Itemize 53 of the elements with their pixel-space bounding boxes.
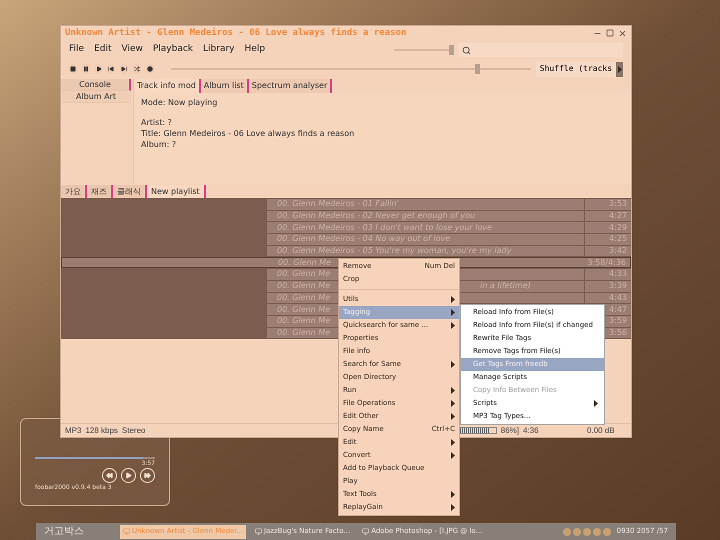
submenu-arrow-icon [618,66,622,72]
window-icon [123,528,130,535]
stop-icon[interactable] [69,64,77,74]
status-replaygain: 0.00 dB [587,424,616,436]
status-progress: 86%] [500,424,519,436]
playlist-tab[interactable]: 재즈 [87,185,113,198]
menu-item[interactable]: Help [244,43,266,57]
window-icon [362,528,370,535]
submenu-arrow-icon [594,400,598,407]
previous-icon[interactable] [107,64,116,74]
rewind-icon[interactable] [102,468,117,483]
menu-item[interactable]: File [69,43,84,57]
status-position: 4:36 [523,424,540,436]
play-icon[interactable] [121,468,136,483]
play-icon[interactable] [94,64,102,74]
next-icon[interactable] [120,64,128,74]
side-tab[interactable]: Console [61,79,131,91]
seek-slider[interactable] [170,64,531,74]
submenu-arrow-icon [451,361,455,368]
playlist-tab[interactable]: New playlist [147,185,206,198]
close-icon[interactable] [618,29,627,38]
shuffle-icon[interactable] [133,64,141,74]
side-tab[interactable]: Album Art [61,91,131,103]
status-bitrate: 128 kbps [85,424,118,436]
menu-item[interactable]: Edit [94,43,112,57]
order-dropdown[interactable]: Shuffle (tracks [536,62,624,76]
info-line: Title: Glenn Medeiros - 06 Love always finds a reason [141,128,356,139]
info-line: Mode: Now playing [141,97,218,108]
maximize-icon[interactable] [606,29,614,37]
slider-thumb[interactable] [449,45,454,55]
pause-icon[interactable] [82,64,90,74]
circle-icon[interactable] [146,64,154,74]
menu-item[interactable]: Playback [152,43,194,57]
slider-thumb[interactable] [475,64,480,74]
info-line: Artist: ? [141,117,173,128]
track-title: 00. Glenn Me [278,256,332,269]
search-icon [462,46,471,54]
info-line: Album: ? [141,139,178,150]
search-field[interactable] [458,43,623,57]
fast-forward-icon[interactable] [140,468,155,483]
menu-item[interactable]: View [122,43,143,57]
panel-tab[interactable]: Track info mod [134,79,201,93]
window-icon [254,528,262,535]
status-channels: Stereo [122,424,146,436]
playlist-tab[interactable]: 가요 [61,185,87,198]
window-title: Unknown Artist - Glenn Medeiros - 06 Love always finds a reason [65,26,406,40]
menu-item[interactable]: Library [203,43,235,57]
playlist-tab[interactable]: 클래식 [113,185,147,198]
track-time: 3:58/4:36 [587,256,626,269]
panel-tab[interactable]: Spectrum analyser [248,79,332,93]
status-format: MP3 [65,424,82,436]
volume-slider[interactable] [394,45,454,55]
panel-tab[interactable]: Album list [200,79,249,93]
